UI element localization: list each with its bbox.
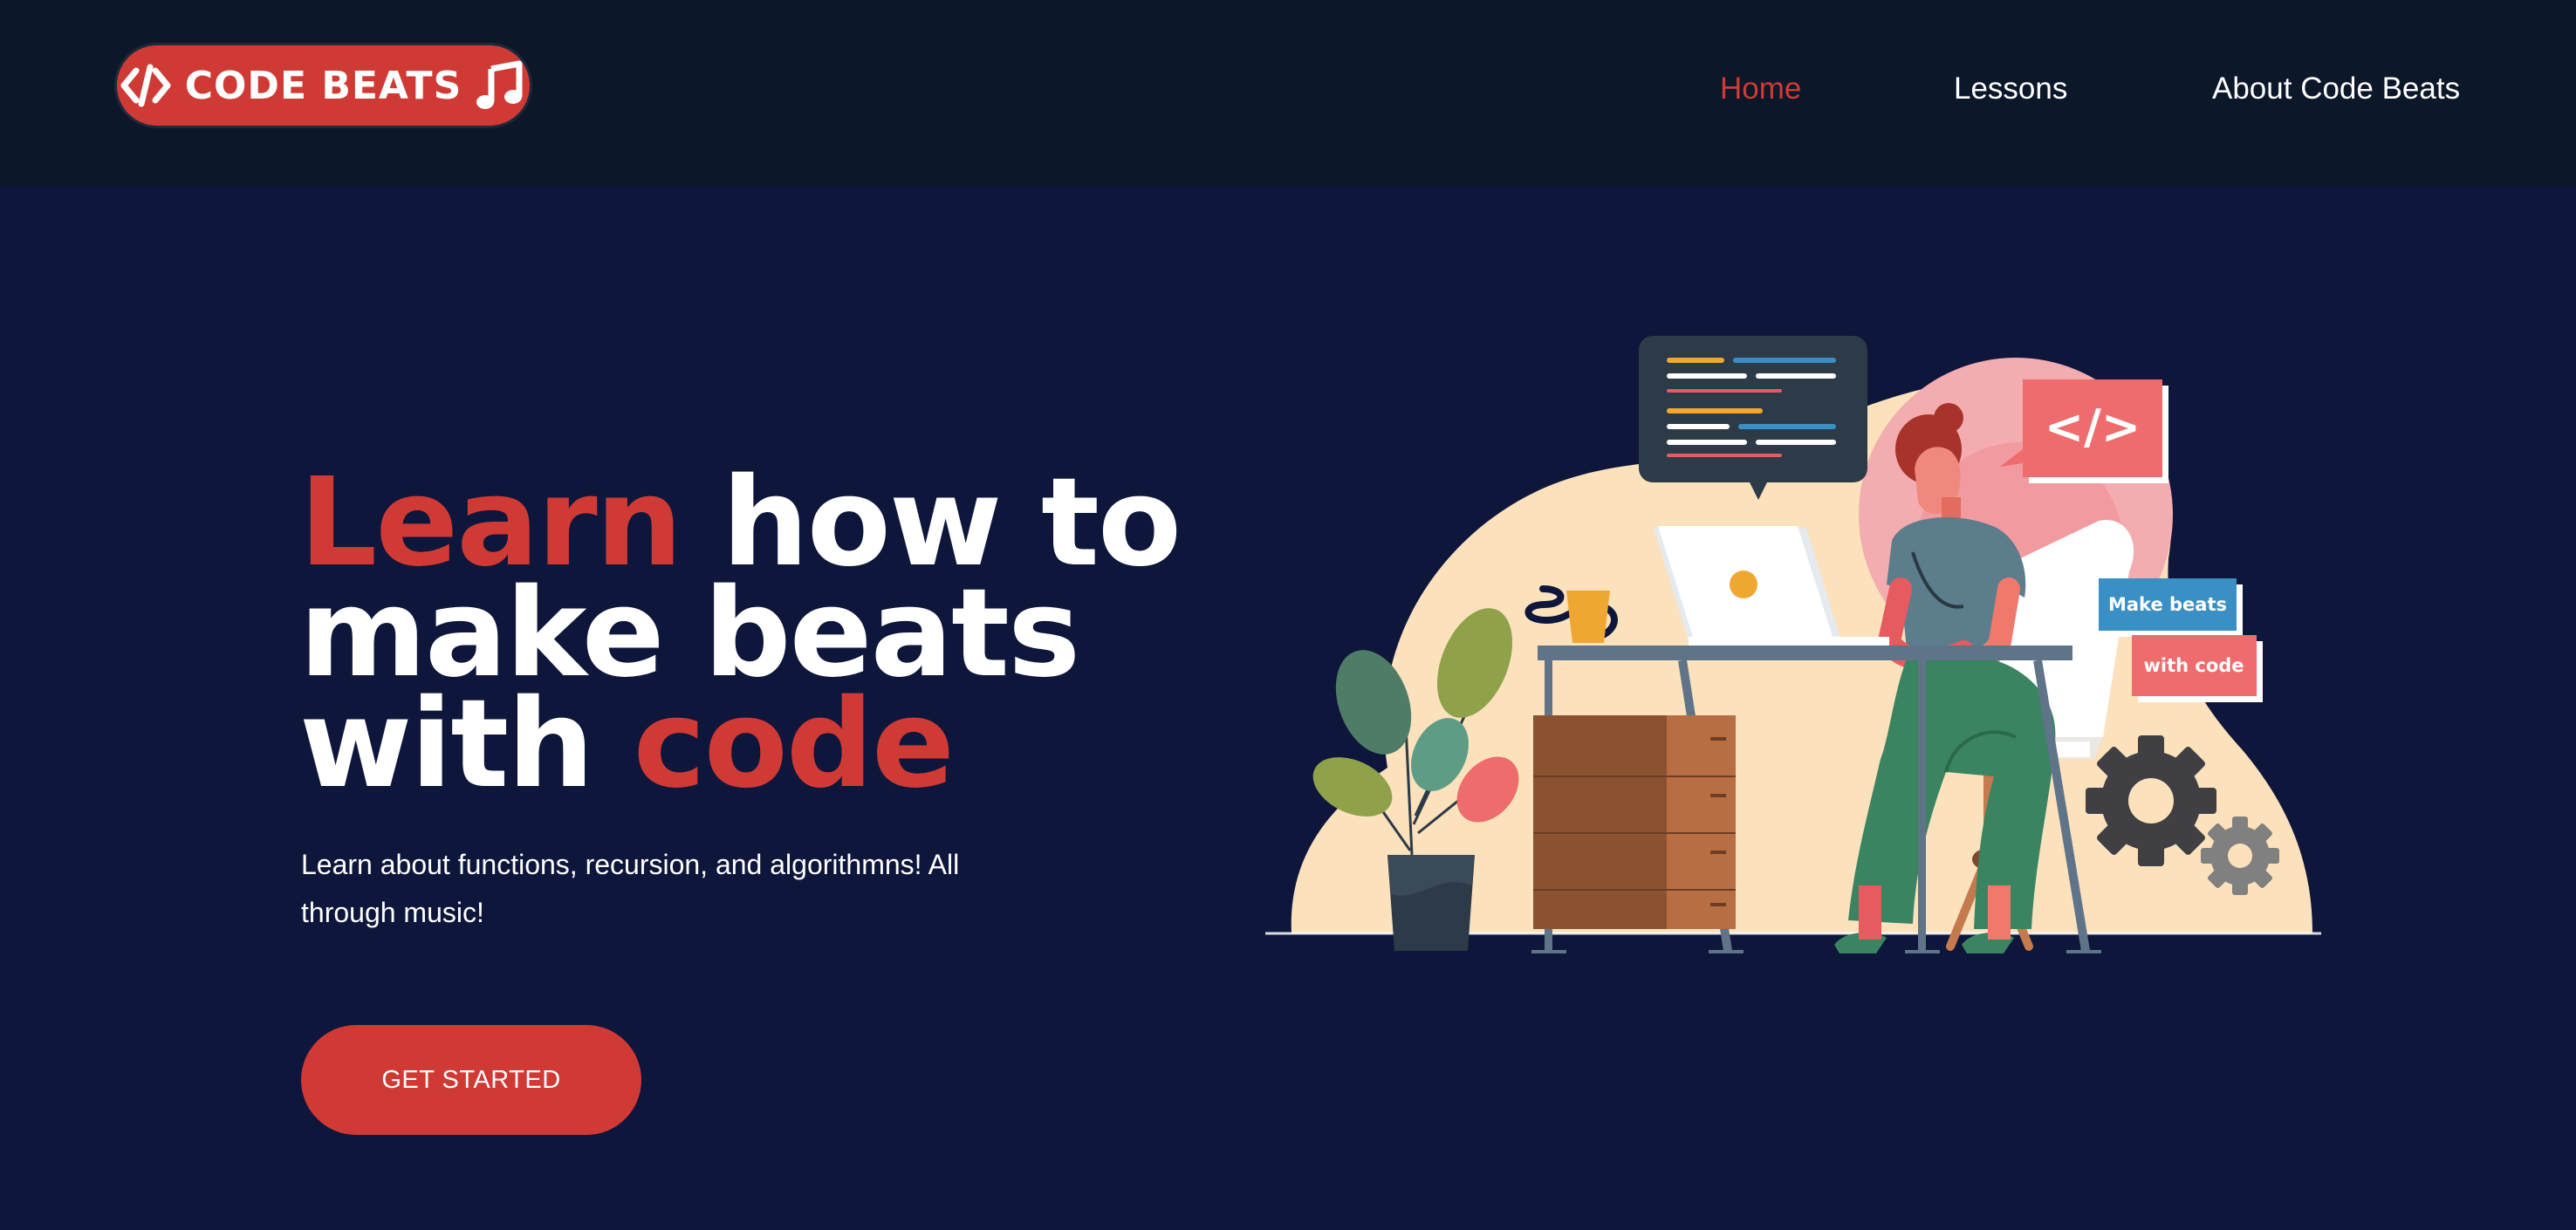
code-tag-box: </> bbox=[2000, 379, 2168, 483]
hero-subtitle: Learn about functions, recursion, and al… bbox=[301, 849, 960, 928]
hero-title-part: with bbox=[299, 673, 594, 816]
code-tag-text: </> bbox=[2045, 400, 2141, 454]
get-started-button[interactable]: GET STARTED bbox=[301, 1025, 641, 1135]
code-brackets-icon bbox=[119, 58, 173, 113]
logo[interactable]: CODE BEATS bbox=[117, 45, 530, 126]
logo-text: CODE BEATS bbox=[184, 63, 462, 108]
tag-make-beats: Make beats bbox=[2108, 594, 2227, 615]
code-speech-bubble bbox=[1639, 336, 1867, 500]
hero-title-accent-code: code bbox=[633, 673, 955, 816]
developer-illustration: </> Make beats with code bbox=[1265, 336, 2321, 953]
hero-illustration: </> Make beats with code bbox=[1265, 327, 2330, 994]
nav-about[interactable]: About Code Beats bbox=[2212, 70, 2460, 108]
drawer-cabinet bbox=[1533, 715, 1736, 929]
music-note-icon bbox=[474, 58, 528, 113]
nav-lessons[interactable]: Lessons bbox=[1954, 70, 2067, 108]
hero-title: Learn how to make beats with code bbox=[299, 462, 1182, 806]
navbar: CODE BEATS Home Lessons About Code Beats bbox=[0, 0, 2576, 186]
nav-home[interactable]: Home bbox=[1720, 70, 1801, 108]
tag-with-code: with code bbox=[2143, 655, 2244, 676]
